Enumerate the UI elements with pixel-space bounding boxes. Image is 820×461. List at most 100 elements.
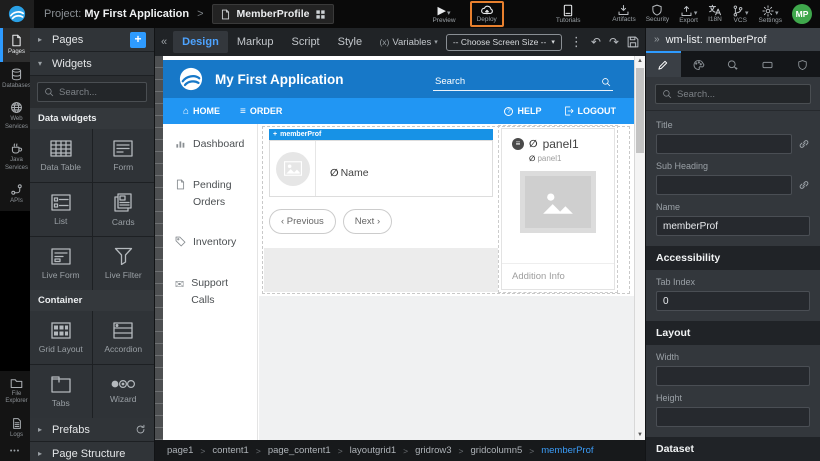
widget-tile-form[interactable]: Form xyxy=(93,129,155,182)
variables-dropdown[interactable]: (x) Variables ▾ xyxy=(379,37,437,48)
export-button[interactable]: ▾ Export xyxy=(679,0,698,28)
list-icon xyxy=(51,194,71,211)
widget-tile-tabs[interactable]: Tabs xyxy=(30,365,92,418)
widget-tile-live-filter[interactable]: Live Filter xyxy=(93,237,155,290)
sub-heading-field-input[interactable] xyxy=(656,175,792,195)
rail-item-java-services[interactable]: Java Services xyxy=(0,136,30,177)
property-search-input[interactable]: Search... xyxy=(655,84,811,104)
next-page-button[interactable]: Next › xyxy=(343,209,392,234)
rail-item-databases[interactable]: Databases xyxy=(0,62,30,96)
rail-item-logs[interactable]: Logs xyxy=(0,411,30,445)
settings-button[interactable]: ▾ Settings xyxy=(759,0,783,28)
breadcrumb-item[interactable]: page1 xyxy=(167,445,193,456)
settings-label: Settings xyxy=(759,18,783,25)
artifacts-button[interactable]: Artifacts xyxy=(612,0,635,28)
list-item[interactable]: ∅ Name xyxy=(269,140,493,197)
page-structure-accordion[interactable]: ▸ Page Structure xyxy=(30,442,154,461)
rail-item-file-explorer[interactable]: File Explorer xyxy=(0,371,30,411)
user-avatar[interactable]: MP xyxy=(792,4,812,24)
breadcrumb-item[interactable]: page_content1 xyxy=(268,445,331,456)
width-field-input[interactable] xyxy=(656,366,810,386)
tab-styles[interactable] xyxy=(681,51,716,77)
rail-item-apis[interactable]: APIs xyxy=(0,177,30,211)
deploy-button[interactable]: Deploy xyxy=(470,1,504,27)
rail-more-icon[interactable]: ••• xyxy=(0,444,30,461)
preview-button[interactable]: ▶ ▾ Preview xyxy=(432,0,455,28)
title-field-input[interactable] xyxy=(656,134,792,154)
undo-icon[interactable]: ↶ xyxy=(591,35,601,49)
breadcrumb-item[interactable]: content1 xyxy=(212,445,248,456)
widget-tile-cards[interactable]: Cards xyxy=(93,183,155,236)
nav-logout-link[interactable]: LOGOUT xyxy=(564,106,617,116)
tab-events[interactable] xyxy=(716,51,751,77)
side-nav-dashboard[interactable]: Dashboard xyxy=(163,124,257,165)
canvas-scrollbar[interactable]: ▲ ▼ xyxy=(634,56,645,440)
scrollbar-thumb[interactable] xyxy=(636,68,644,153)
tab-markup[interactable]: Markup xyxy=(228,31,283,53)
scroll-up-icon[interactable]: ▲ xyxy=(635,58,645,64)
prefabs-accordion[interactable]: ▸ Prefabs xyxy=(30,418,154,442)
tab-index-field-input[interactable] xyxy=(656,291,810,311)
bind-link-icon[interactable] xyxy=(798,179,810,191)
widget-tile-live-form[interactable]: Live Form xyxy=(30,237,92,290)
tab-style[interactable]: Style xyxy=(329,31,371,53)
scroll-down-icon[interactable]: ▼ xyxy=(635,432,645,438)
expand-panel-icon[interactable]: » xyxy=(654,34,660,45)
member-list-widget[interactable]: + memberProf xyxy=(269,129,493,197)
tab-script[interactable]: Script xyxy=(283,31,329,53)
widget-tile-wizard[interactable]: Wizard xyxy=(93,365,155,418)
more-options-icon[interactable]: ⋮ xyxy=(570,34,583,50)
side-nav-support-calls[interactable]: ✉ Support Calls xyxy=(163,263,257,321)
nav-help-link[interactable]: ? HELP xyxy=(504,106,541,116)
element-breadcrumb: page1 > content1 > page_content1 > layou… xyxy=(155,440,645,461)
widget-tile-data-table[interactable]: Data Table xyxy=(30,129,92,182)
rail-item-pages[interactable]: Pages xyxy=(0,28,30,62)
save-icon[interactable] xyxy=(627,36,639,48)
page-selector[interactable]: MemberProfile xyxy=(212,4,335,24)
side-nav-inventory[interactable]: Inventory xyxy=(163,222,257,263)
breadcrumb-item[interactable]: layoutgrid1 xyxy=(350,445,396,456)
breadcrumb-item-current[interactable]: memberProf xyxy=(541,445,593,456)
breadcrumb-item[interactable]: gridrow3 xyxy=(415,445,451,456)
vcs-button[interactable]: ▾ VCS xyxy=(732,0,749,28)
wavemaker-logo-icon xyxy=(8,5,26,23)
widgets-accordion[interactable]: ▾ Widgets xyxy=(30,52,154,76)
redo-icon[interactable]: ↷ xyxy=(609,35,619,49)
layout-grid-selection[interactable]: + memberProf xyxy=(262,126,630,294)
widget-search-input[interactable]: Search... xyxy=(37,82,147,102)
tab-properties[interactable] xyxy=(646,51,681,77)
tab-device[interactable] xyxy=(750,51,785,77)
bind-link-icon[interactable] xyxy=(798,138,810,150)
tab-security[interactable] xyxy=(785,51,820,77)
widget-tile-accordion[interactable]: Accordion xyxy=(93,311,155,364)
screen-size-select[interactable]: -- Choose Screen Size -- ▾ xyxy=(446,34,562,51)
panel-menu-icon[interactable]: ≡ xyxy=(512,138,524,150)
widget-tile-list[interactable]: List xyxy=(30,183,92,236)
i18n-button[interactable]: I18N xyxy=(708,0,722,28)
app-search-input[interactable]: Search xyxy=(433,76,613,91)
breadcrumb-item[interactable]: gridcolumn5 xyxy=(471,445,523,456)
previous-page-button[interactable]: ‹ Previous xyxy=(269,209,336,234)
rail-item-web-services[interactable]: Web Services xyxy=(0,95,30,136)
collapse-left-panel-icon[interactable]: « xyxy=(155,36,173,48)
add-page-button[interactable]: + xyxy=(130,32,146,48)
nav-home-link[interactable]: ⌂ HOME xyxy=(183,106,220,117)
security-button[interactable]: Security xyxy=(646,0,669,28)
image-placeholder[interactable] xyxy=(520,171,596,233)
refresh-prefabs-button[interactable] xyxy=(135,424,146,435)
height-field-input[interactable] xyxy=(656,407,810,427)
search-icon xyxy=(601,77,611,87)
panel1-widget[interactable]: ≡ ∅ panel1 ∅ panel1 xyxy=(501,128,615,290)
canvas-column: « Design Markup Script Style (x) Variabl… xyxy=(155,28,645,461)
side-nav-pending-orders[interactable]: Pending Orders xyxy=(163,165,257,223)
tab-design[interactable]: Design xyxy=(173,31,228,53)
tutorials-button[interactable]: Tutorials xyxy=(556,0,581,28)
widgets-accordion-label: Widgets xyxy=(52,58,92,70)
wavemaker-logo[interactable] xyxy=(0,0,34,28)
name-field-input[interactable] xyxy=(656,216,810,236)
widget-selection-tag[interactable]: + memberProf xyxy=(269,129,493,140)
pages-accordion[interactable]: ▸ Pages + xyxy=(30,28,154,52)
widget-tile-grid-layout[interactable]: Grid Layout xyxy=(30,311,92,364)
cards-icon xyxy=(114,193,132,212)
nav-order-link[interactable]: ≡ ORDER xyxy=(240,106,282,117)
